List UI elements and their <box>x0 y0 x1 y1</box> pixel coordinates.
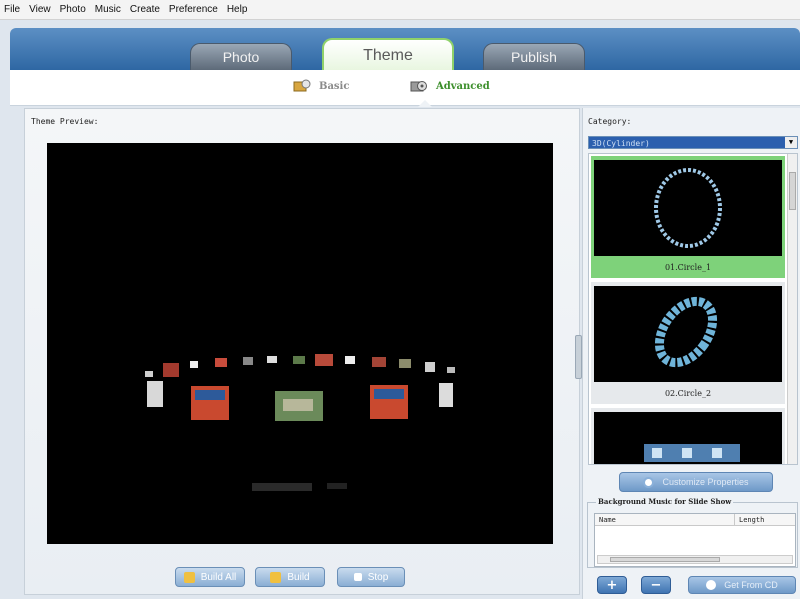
subtab-advanced-label: Advanced <box>436 80 490 92</box>
stop-icon <box>353 573 362 581</box>
app-window: File View Photo Music Create Preference … <box>0 0 800 599</box>
advanced-icon <box>410 81 427 92</box>
remove-music-button[interactable]: − <box>641 576 671 594</box>
stop-button[interactable]: Stop <box>337 567 405 587</box>
subtab-basic-label: Basic <box>319 80 350 92</box>
menu-create[interactable]: Create <box>130 4 160 15</box>
subtab-basic[interactable]: Basic <box>293 79 349 93</box>
column-length[interactable]: Length <box>735 514 764 525</box>
customize-icon <box>643 476 655 488</box>
cd-icon <box>706 580 717 590</box>
main-tab-bar: Photo Theme Publish <box>10 28 800 71</box>
active-subtab-indicator <box>418 100 432 107</box>
theme-caption: 01.Circle_1 <box>664 263 712 272</box>
background-music-group: Background Music for Slide Show Name Len… <box>587 497 798 568</box>
column-name[interactable]: Name <box>595 514 735 525</box>
build-all-icon <box>183 571 195 583</box>
category-label: Category: <box>588 117 632 126</box>
scrollbar-thumb[interactable] <box>789 172 796 210</box>
theme-list-panel: Category: 3D(Cylinder) ▼ 01.Circle_1 02.… <box>582 108 800 599</box>
theme-thumbnail <box>594 286 782 382</box>
preview-panel: Theme Preview: Build All Build Stop <box>24 108 580 595</box>
chevron-down-icon[interactable]: ▼ <box>785 137 797 148</box>
menu-view[interactable]: View <box>29 4 51 15</box>
menu-bar: File View Photo Music Create Preference … <box>0 0 800 20</box>
basic-icon <box>293 79 311 92</box>
carousel-preview-image <box>145 354 455 491</box>
add-music-button[interactable]: + <box>597 576 627 594</box>
customize-label: Customize Properties <box>662 477 749 487</box>
theme-thumbnail <box>594 160 782 256</box>
music-table-header: Name Length <box>595 514 795 526</box>
menu-file[interactable]: File <box>4 4 20 15</box>
tab-photo[interactable]: Photo <box>190 43 292 70</box>
get-from-cd-label: Get From CD <box>724 580 778 590</box>
customize-properties-button[interactable]: Customize Properties <box>619 472 773 492</box>
theme-preview-canvas <box>47 143 553 544</box>
menu-help[interactable]: Help <box>227 4 248 15</box>
music-table-scrollbar[interactable] <box>597 555 793 564</box>
preview-label: Theme Preview: <box>31 117 99 126</box>
menu-music[interactable]: Music <box>95 4 121 15</box>
theme-list: 01.Circle_1 02.Circle_2 <box>588 153 798 465</box>
build-all-label: Build All <box>200 571 237 583</box>
category-select[interactable]: 3D(Cylinder) ▼ <box>588 136 798 149</box>
theme-item-3[interactable] <box>591 408 785 464</box>
panel-splitter-handle[interactable] <box>575 335 582 379</box>
tab-publish[interactable]: Publish <box>483 43 585 70</box>
theme-thumbnail <box>594 412 782 464</box>
scrollbar-thumb[interactable] <box>610 557 720 562</box>
sub-tab-bar: Basic Advanced <box>10 70 800 106</box>
music-table: Name Length <box>594 513 796 567</box>
theme-caption: 02.Circle_2 <box>664 389 712 398</box>
theme-list-scrollbar[interactable] <box>787 154 797 464</box>
build-icon <box>270 571 282 583</box>
build-label: Build <box>287 571 310 583</box>
theme-item-circle-1[interactable]: 01.Circle_1 <box>591 156 785 278</box>
get-from-cd-button[interactable]: Get From CD <box>688 576 796 594</box>
background-music-label: Background Music for Slide Show <box>596 497 734 506</box>
build-all-button[interactable]: Build All <box>175 567 245 587</box>
menu-preference[interactable]: Preference <box>169 4 218 15</box>
tab-theme[interactable]: Theme <box>322 38 454 71</box>
theme-item-circle-2[interactable]: 02.Circle_2 <box>591 282 785 404</box>
category-selected-value: 3D(Cylinder) <box>592 139 650 148</box>
menu-photo[interactable]: Photo <box>60 4 86 15</box>
build-button[interactable]: Build <box>255 567 325 587</box>
subtab-advanced[interactable]: Advanced <box>410 79 490 93</box>
stop-label: Stop <box>367 571 389 583</box>
